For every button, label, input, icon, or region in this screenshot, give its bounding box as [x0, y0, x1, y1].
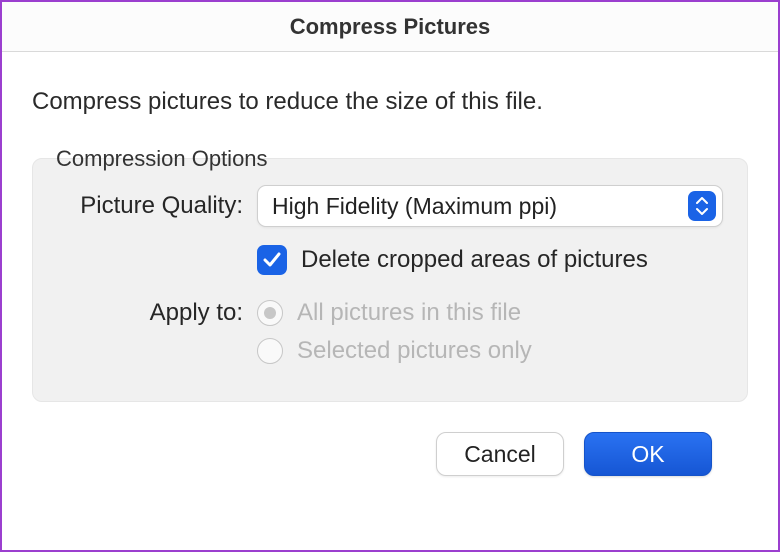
apply-to-label: Apply to:	[57, 299, 257, 327]
dialog-title: Compress Pictures	[290, 14, 491, 40]
check-icon	[262, 250, 282, 270]
apply-to-row: Apply to: All pictures in this file Sele…	[57, 299, 723, 365]
apply-to-selected-item: Selected pictures only	[257, 337, 532, 365]
apply-to-radio-group: All pictures in this file Selected pictu…	[257, 299, 532, 365]
delete-cropped-checkbox[interactable]	[257, 245, 287, 275]
picture-quality-label: Picture Quality:	[57, 192, 257, 220]
ok-button[interactable]: OK	[584, 432, 712, 476]
picture-quality-select[interactable]: High Fidelity (Maximum ppi)	[257, 185, 723, 227]
apply-to-selected-radio	[257, 338, 283, 364]
delete-cropped-row: Delete cropped areas of pictures	[257, 245, 723, 275]
apply-to-all-label: All pictures in this file	[297, 299, 521, 327]
delete-cropped-label: Delete cropped areas of pictures	[301, 246, 648, 274]
compression-options-group: Picture Quality: High Fidelity (Maximum …	[32, 158, 748, 402]
apply-to-all-radio	[257, 300, 283, 326]
select-chevrons-icon	[688, 191, 716, 221]
cancel-button[interactable]: Cancel	[436, 432, 564, 476]
dialog-titlebar: Compress Pictures	[2, 2, 778, 52]
dialog-description: Compress pictures to reduce the size of …	[32, 88, 748, 116]
apply-to-selected-label: Selected pictures only	[297, 337, 532, 365]
apply-to-all-item: All pictures in this file	[257, 299, 532, 327]
dialog-content: Compress pictures to reduce the size of …	[2, 52, 778, 476]
group-legend: Compression Options	[52, 146, 272, 172]
picture-quality-row: Picture Quality: High Fidelity (Maximum …	[57, 185, 723, 227]
picture-quality-value: High Fidelity (Maximum ppi)	[272, 193, 557, 220]
dialog-button-row: Cancel OK	[32, 402, 748, 476]
